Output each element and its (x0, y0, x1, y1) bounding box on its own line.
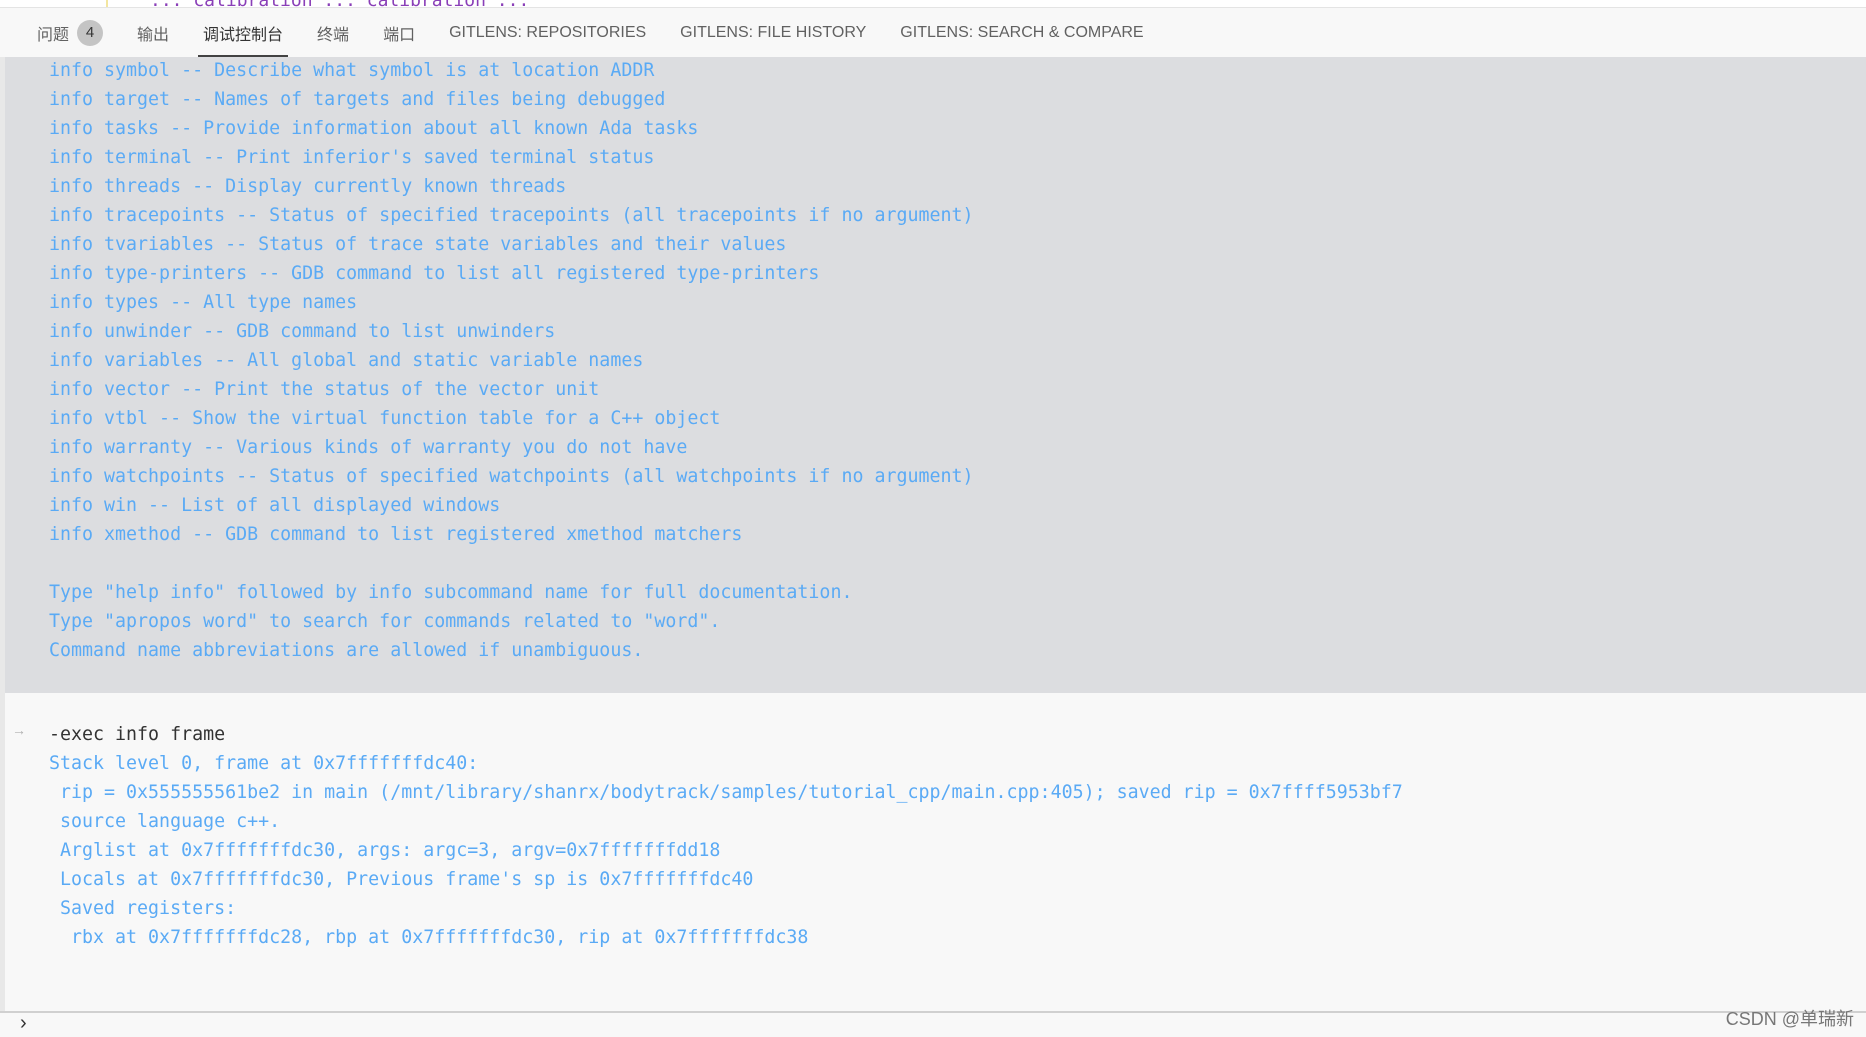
problems-count-badge: 4 (77, 19, 104, 46)
tab-5[interactable]: GITLENS: REPOSITORIES (432, 8, 663, 57)
output-line: rip = 0x555555561be2 in main (/mnt/libra… (49, 782, 1403, 803)
output-line: Locals at 0x7fffffffdc30, Previous frame… (49, 869, 754, 890)
output-line: info tracepoints -- Status of specified … (49, 205, 974, 226)
tab-label: 调试控制台 (203, 26, 284, 44)
tab-3[interactable]: 终端 (300, 8, 366, 57)
console-input[interactable] (0, 1011, 1866, 1037)
output-line: Type "apropos word" to search for comman… (49, 611, 721, 632)
tab-0[interactable]: 问题 4 (20, 8, 120, 57)
output-line: Stack level 0, frame at 0x7fffffffdc40: (49, 753, 479, 774)
tab-label: 终端 (317, 26, 350, 44)
output-line: rbx at 0x7fffffffdc28, rbp at 0x7fffffff… (49, 927, 809, 948)
panel-tabs: 问题 4 输出 调试控制台 终端 端口 GITLENS: REPOSITORIES GITLE… (0, 8, 1866, 57)
tab-6[interactable]: GITLENS: FILE HISTORY (663, 8, 883, 57)
output-line: info unwinder -- GDB command to list unw… (49, 321, 556, 342)
output-line: info xmethod -- GDB command to list regi… (49, 524, 743, 545)
output-line: info threads -- Display currently known … (49, 176, 567, 197)
output-line: Saved registers: (49, 898, 237, 919)
console-command: -exec info frame (49, 724, 226, 745)
tab-label: 输出 (137, 26, 170, 44)
output-line: info variables -- All global and static … (49, 350, 644, 371)
output-line: info type-printers -- GDB command to lis… (49, 263, 820, 284)
tab-2[interactable]: 调试控制台 (186, 8, 300, 57)
tab-4[interactable]: 端口 (366, 8, 432, 57)
output-line: info terminal -- Print inferior's saved … (49, 147, 655, 168)
chevron-right-icon: › (20, 1012, 27, 1034)
output-line: info types -- All type names (49, 292, 358, 313)
tab-label: 问题 (37, 26, 70, 44)
output-line: info target -- Names of targets and file… (49, 89, 666, 110)
output-line: Command name abbreviations are allowed i… (49, 640, 644, 661)
watermark: CSDN @单瑞新 (1725, 1009, 1854, 1029)
output-line: info tasks -- Provide information about … (49, 118, 699, 139)
command-arrow-icon: → (12, 722, 26, 738)
tab-1[interactable]: 输出 (120, 8, 186, 57)
output-line: Arglist at 0x7fffffffdc30, args: argc=3,… (49, 840, 721, 861)
tab-7[interactable]: GITLENS: SEARCH & COMPARE (883, 8, 1160, 57)
output-line: info warranty -- Various kinds of warran… (49, 437, 688, 458)
tab-label: GITLENS: SEARCH & COMPARE (900, 23, 1144, 41)
output-line: info watchpoints -- Status of specified … (49, 466, 974, 487)
tab-label: GITLENS: FILE HISTORY (680, 23, 867, 41)
output-line: source language c++. (49, 811, 281, 832)
output-line: info symbol -- Describe what symbol is a… (49, 60, 655, 81)
editor-peek-strip: ... calibration ... calibration ... (0, 0, 1866, 8)
output-line: info win -- List of all displayed window… (49, 495, 501, 516)
tab-label: 端口 (383, 26, 416, 44)
output-line: Type "help info" followed by info subcom… (49, 582, 853, 603)
tab-label: GITLENS: REPOSITORIES (449, 23, 647, 41)
output-line: info vtbl -- Show the virtual function t… (49, 408, 721, 429)
output-line: info tvariables -- Status of trace state… (49, 234, 787, 255)
output-line: info vector -- Print the status of the v… (49, 379, 600, 400)
